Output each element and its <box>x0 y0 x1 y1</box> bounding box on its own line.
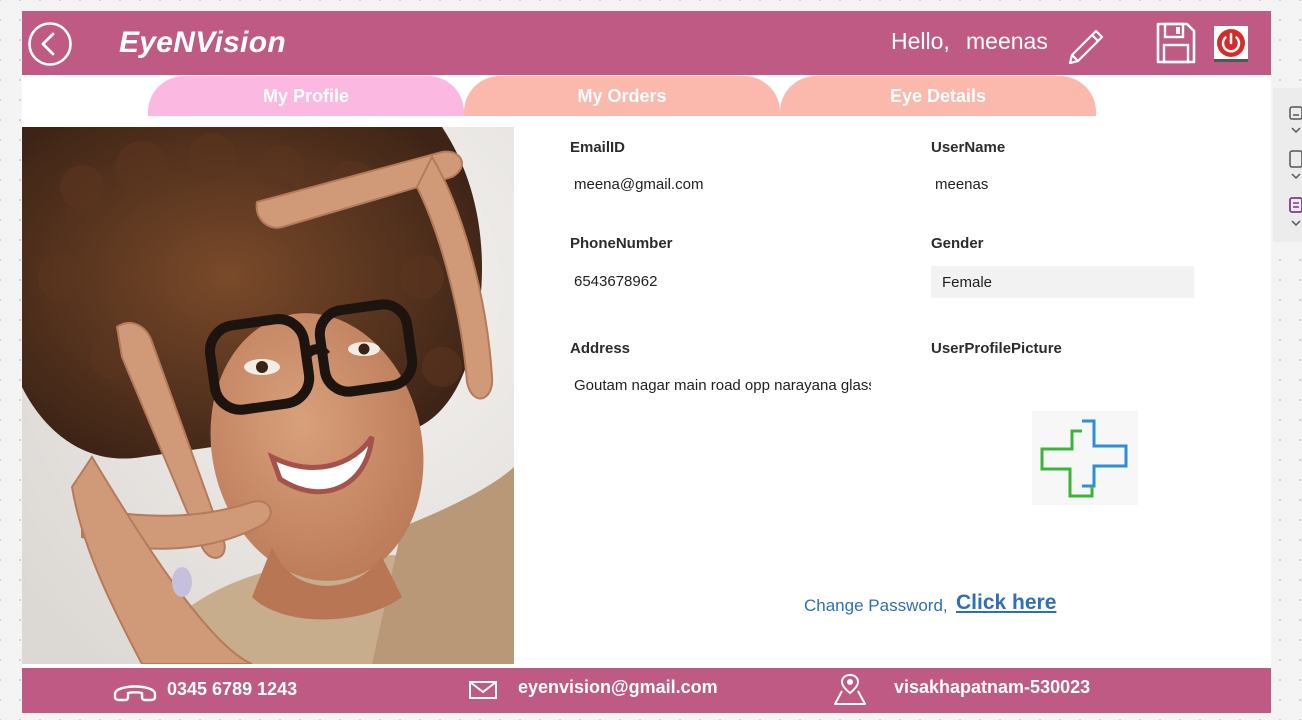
save-icon[interactable] <box>1155 21 1197 65</box>
form-icon[interactable] <box>1289 196 1302 230</box>
change-password-link[interactable]: Click here <box>956 591 1056 615</box>
header-bar: EyeNVision Hello, meenas <box>22 11 1271 75</box>
gender-label: Gender <box>931 235 984 252</box>
username-label: UserName <box>931 139 1006 156</box>
email-label: EmailID <box>570 139 626 156</box>
footer-bar: 0345 6789 1243 eyenvision@gmail.com visa… <box>22 668 1271 713</box>
back-arrow-icon[interactable] <box>27 21 73 67</box>
tab-my-profile[interactable]: My Profile <box>148 76 464 116</box>
tab-eye-details[interactable]: Eye Details <box>780 76 1096 116</box>
app-canvas: EyeNVision Hello, meenas My Profile My O… <box>22 11 1271 713</box>
app-title: EyeNVision <box>119 26 286 59</box>
power-icon[interactable] <box>1214 26 1248 62</box>
tab-my-orders[interactable]: My Orders <box>464 76 780 116</box>
header-username: meenas <box>966 28 1048 54</box>
phone-icon <box>113 685 157 702</box>
email-field[interactable]: meena@gmail.com <box>574 176 874 193</box>
gender-select[interactable]: Female <box>931 266 1194 298</box>
tab-bar: My Profile My Orders Eye Details <box>22 76 1271 116</box>
screen-icon[interactable] <box>1289 106 1302 138</box>
hero-photo <box>22 127 514 664</box>
profile-picture-label: UserProfilePicture <box>931 340 1062 357</box>
username-field[interactable]: meenas <box>935 176 1185 193</box>
tablet-icon[interactable] <box>1289 150 1302 182</box>
phone-label: PhoneNumber <box>570 235 673 252</box>
address-label: Address <box>570 340 631 357</box>
medical-cross-icon[interactable] <box>1032 411 1138 505</box>
footer-location: visakhapatnam-530023 <box>894 677 1091 697</box>
map-pin-icon <box>834 673 866 705</box>
pencil-icon[interactable] <box>1064 25 1108 69</box>
side-toolbar <box>1273 88 1302 242</box>
phone-field[interactable]: 6543678962 <box>574 273 874 290</box>
greeting-text: Hello, <box>891 28 950 54</box>
mail-icon <box>469 681 497 699</box>
footer-email: eyenvision@gmail.com <box>518 677 718 697</box>
footer-phone: 0345 6789 1243 <box>167 679 298 699</box>
change-password-text: Change Password, <box>804 596 948 615</box>
address-field[interactable]: Goutam nagar main road opp narayana glas… <box>574 377 871 394</box>
